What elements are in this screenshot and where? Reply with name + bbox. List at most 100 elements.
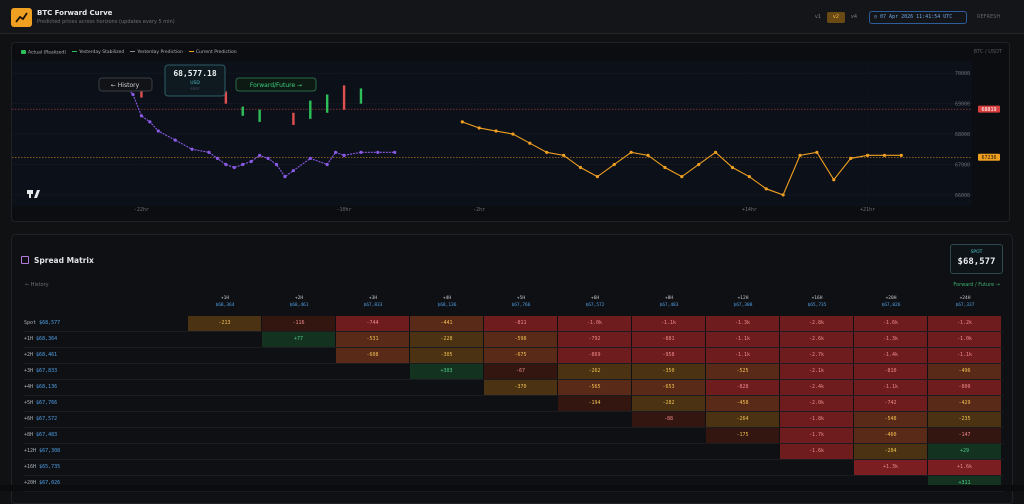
matrix-cell[interactable]: -175 bbox=[706, 428, 779, 443]
matrix-cell[interactable]: -800 bbox=[928, 380, 1001, 395]
matrix-cell[interactable]: -370 bbox=[484, 380, 557, 395]
matrix-cell[interactable]: -1.1k bbox=[928, 348, 1001, 363]
data-point[interactable] bbox=[646, 153, 650, 157]
timeframe-v1[interactable]: v1 bbox=[812, 12, 824, 23]
matrix-cell[interactable]: +29 bbox=[928, 444, 1001, 459]
matrix-cell[interactable]: -1.6k bbox=[854, 316, 927, 331]
matrix-cell[interactable]: -1.3k bbox=[706, 316, 779, 331]
matrix-cell[interactable]: -213 bbox=[188, 316, 261, 331]
data-point[interactable] bbox=[713, 150, 718, 154]
matrix-cell[interactable]: -228 bbox=[410, 332, 483, 347]
matrix-cell[interactable]: -2.7k bbox=[780, 348, 853, 363]
matrix-cell[interactable]: -1.0k bbox=[928, 332, 1001, 347]
data-point[interactable] bbox=[511, 132, 515, 136]
matrix-cell[interactable]: -116 bbox=[262, 316, 335, 331]
matrix-cell[interactable]: -350 bbox=[632, 364, 705, 379]
matrix-cell[interactable]: -565 bbox=[558, 380, 631, 395]
data-point[interactable] bbox=[730, 165, 735, 170]
data-point[interactable] bbox=[241, 162, 245, 167]
matrix-cell[interactable]: -653 bbox=[632, 380, 705, 395]
matrix-cell[interactable]: -496 bbox=[928, 364, 1001, 379]
data-point[interactable] bbox=[139, 114, 144, 118]
matrix-cell[interactable]: -460 bbox=[854, 428, 927, 443]
data-point[interactable] bbox=[148, 120, 152, 124]
data-point[interactable] bbox=[131, 92, 135, 97]
matrix-cell[interactable]: -429 bbox=[928, 396, 1001, 411]
matrix-cell[interactable]: -811 bbox=[484, 316, 557, 331]
data-point[interactable] bbox=[764, 187, 768, 191]
matrix-cell[interactable]: -744 bbox=[336, 316, 409, 331]
data-point[interactable] bbox=[865, 153, 870, 157]
data-point[interactable] bbox=[325, 162, 329, 167]
forward-curve-chart[interactable]: 70000 69000 68000 67000 66000 -22hr -10hr -2hr +… bbox=[12, 43, 1011, 223]
data-point[interactable] bbox=[528, 141, 532, 145]
matrix-cell[interactable]: -1.1k bbox=[632, 316, 705, 331]
matrix-cell[interactable]: +1.6k bbox=[928, 460, 1001, 475]
data-point[interactable] bbox=[815, 150, 819, 154]
data-point[interactable] bbox=[224, 162, 228, 167]
matrix-cell[interactable]: -742 bbox=[854, 396, 927, 411]
data-point[interactable] bbox=[578, 165, 583, 170]
data-point[interactable] bbox=[334, 150, 338, 154]
data-point[interactable] bbox=[232, 165, 236, 170]
matrix-cell[interactable]: -1.2k bbox=[928, 316, 1001, 331]
data-point[interactable] bbox=[697, 162, 701, 167]
matrix-cell[interactable]: -282 bbox=[632, 396, 705, 411]
matrix-cell[interactable]: -792 bbox=[558, 332, 631, 347]
matrix-cell[interactable]: -608 bbox=[336, 348, 409, 363]
matrix-cell[interactable]: -1.3k bbox=[854, 332, 927, 347]
forward-link[interactable]: Forward / Future → bbox=[953, 282, 1000, 288]
history-link[interactable]: ← History bbox=[25, 282, 49, 288]
data-point[interactable] bbox=[595, 175, 599, 179]
data-point[interactable] bbox=[156, 129, 160, 133]
matrix-cell[interactable]: -1.1k bbox=[854, 380, 927, 395]
matrix-cell[interactable]: -1.8k bbox=[780, 412, 853, 427]
data-point[interactable] bbox=[249, 159, 253, 164]
matrix-cell[interactable]: -194 bbox=[558, 396, 631, 411]
data-point[interactable] bbox=[342, 153, 346, 157]
data-point[interactable] bbox=[376, 150, 380, 154]
matrix-cell[interactable]: -548 bbox=[854, 412, 927, 427]
data-point[interactable] bbox=[663, 165, 667, 170]
data-point[interactable] bbox=[393, 150, 397, 154]
matrix-cell[interactable]: -828 bbox=[706, 380, 779, 395]
timeframe-v2[interactable]: v2 bbox=[827, 12, 845, 23]
data-point[interactable] bbox=[308, 156, 312, 161]
matrix-cell[interactable]: -810 bbox=[854, 364, 927, 379]
matrix-cell[interactable]: -441 bbox=[410, 316, 483, 331]
data-point[interactable] bbox=[798, 153, 802, 157]
data-point[interactable] bbox=[747, 175, 751, 179]
data-point[interactable] bbox=[612, 162, 616, 167]
data-point[interactable] bbox=[207, 150, 211, 154]
data-point[interactable] bbox=[832, 178, 836, 182]
data-point[interactable] bbox=[781, 193, 785, 197]
matrix-cell[interactable]: -675 bbox=[484, 348, 557, 363]
matrix-cell[interactable]: -458 bbox=[706, 396, 779, 411]
matrix-cell[interactable]: -2.0k bbox=[780, 396, 853, 411]
history-pill[interactable]: ← History bbox=[98, 77, 153, 92]
matrix-cell[interactable]: -147 bbox=[928, 428, 1001, 443]
data-point[interactable] bbox=[258, 153, 262, 157]
forward-pill[interactable]: Forward/Future → bbox=[235, 77, 317, 92]
data-point[interactable] bbox=[215, 156, 220, 161]
data-point[interactable] bbox=[629, 150, 633, 154]
matrix-cell[interactable]: +1.3k bbox=[854, 460, 927, 475]
refresh-button[interactable]: REFRESH bbox=[977, 12, 1000, 23]
matrix-cell[interactable]: -1.0k bbox=[558, 316, 631, 331]
matrix-cell[interactable]: -2.6k bbox=[780, 332, 853, 347]
matrix-cell[interactable]: -598 bbox=[484, 332, 557, 347]
matrix-cell[interactable]: -1.1k bbox=[706, 348, 779, 363]
matrix-cell[interactable]: -958 bbox=[632, 348, 705, 363]
timeframe-v4[interactable]: v4 bbox=[848, 12, 860, 23]
data-point[interactable] bbox=[266, 156, 270, 161]
data-point[interactable] bbox=[899, 153, 903, 157]
data-point[interactable] bbox=[562, 153, 566, 157]
matrix-cell[interactable]: -264 bbox=[706, 412, 779, 427]
matrix-cell[interactable]: -1.7k bbox=[780, 428, 853, 443]
matrix-cell[interactable]: -525 bbox=[706, 364, 779, 379]
matrix-cell[interactable]: +77 bbox=[262, 332, 335, 347]
data-point[interactable] bbox=[274, 162, 279, 167]
data-point[interactable] bbox=[190, 147, 194, 151]
data-point[interactable] bbox=[291, 168, 296, 173]
data-point[interactable] bbox=[283, 175, 287, 179]
